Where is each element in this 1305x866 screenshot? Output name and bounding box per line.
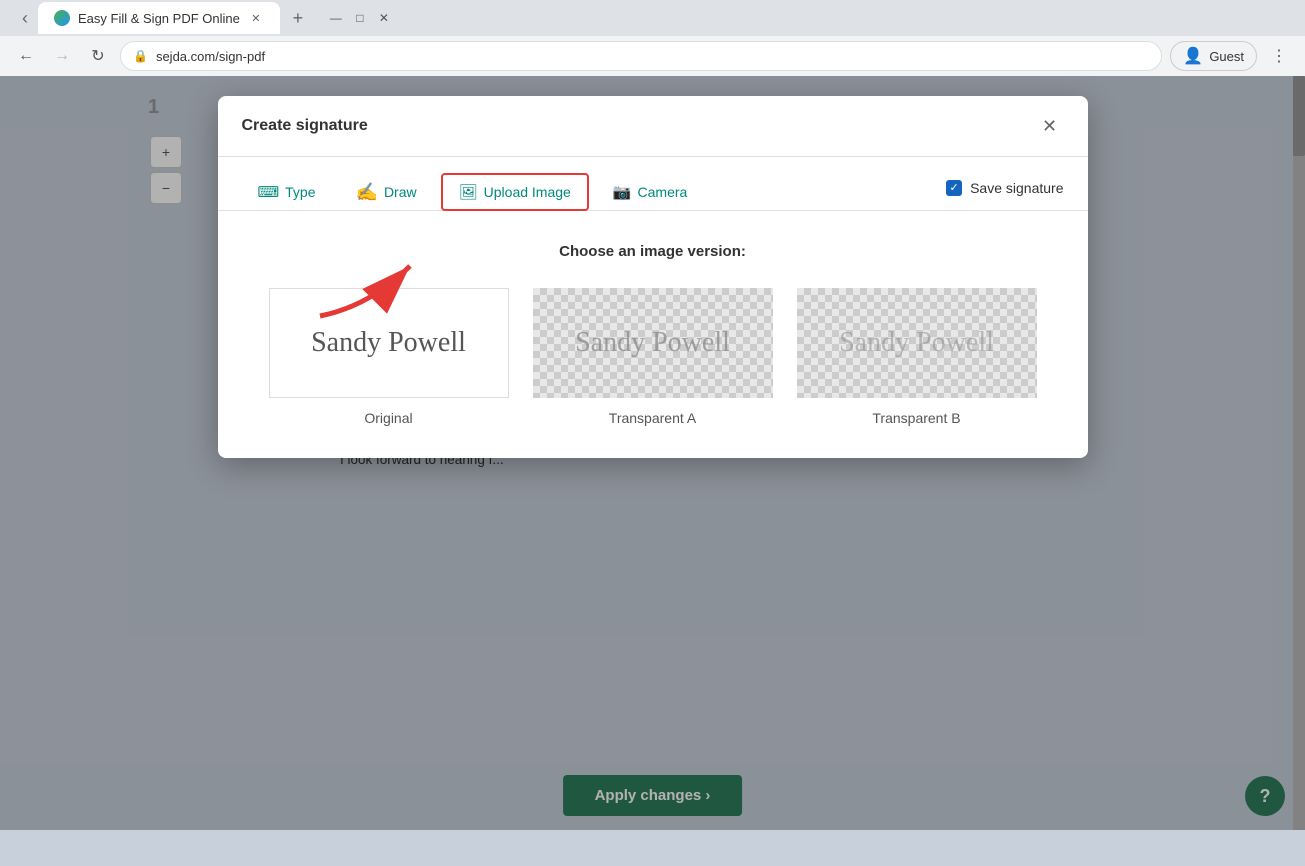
preview-transparent-a: Sandy Powell: [533, 288, 773, 398]
window-controls: — □ ✕: [328, 10, 392, 26]
address-text: sejda.com/sign-pdf: [156, 49, 265, 64]
title-bar: ‹ Easy Fill & Sign PDF Online ✕ + — □ ✕: [0, 0, 1305, 36]
tab-bar: ‹ Easy Fill & Sign PDF Online ✕ +: [8, 0, 320, 36]
sig-original: Sandy Powell: [311, 327, 466, 359]
option-transparent-b[interactable]: Sandy Powell Transparent B: [797, 288, 1037, 426]
tab-camera[interactable]: 📷 Camera: [597, 175, 703, 209]
maximize-button[interactable]: □: [352, 10, 368, 26]
browser-chrome: ‹ Easy Fill & Sign PDF Online ✕ + — □ ✕ …: [0, 0, 1305, 76]
address-bar[interactable]: 🔒 sejda.com/sign-pdf: [120, 41, 1162, 71]
nav-bar: ← → ↻ 🔒 sejda.com/sign-pdf 👤 Guest ⋮: [0, 36, 1305, 76]
page-content: Fill & sign PDF BETA + − 1 With more tha…: [0, 76, 1305, 830]
option-transparent-a-label: Transparent A: [609, 410, 696, 426]
new-tab-button[interactable]: +: [284, 4, 312, 32]
close-window-button[interactable]: ✕: [376, 10, 392, 26]
sig-transparent-a: Sandy Powell: [575, 327, 730, 359]
modal-close-button[interactable]: ✕: [1036, 112, 1064, 140]
save-signature-label: Save signature: [970, 180, 1063, 196]
upload-icon: 🖼: [459, 183, 478, 201]
option-original-label: Original: [364, 410, 412, 426]
save-signature-checkbox[interactable]: ✓: [946, 180, 962, 196]
modal-overlay: Create signature ✕ ⌨ Type ✍ Draw 🖼 Up: [0, 76, 1305, 830]
tab-type-label: Type: [285, 184, 315, 200]
camera-icon: 📷: [613, 183, 632, 201]
tab-type[interactable]: ⌨ Type: [242, 175, 332, 209]
lock-icon: 🔒: [133, 49, 148, 63]
tab-close-button[interactable]: ✕: [248, 10, 264, 26]
tab-upload-image[interactable]: 🖼 Upload Image: [441, 173, 589, 211]
modal-header: Create signature ✕: [218, 96, 1088, 157]
tab-camera-label: Camera: [638, 184, 688, 200]
option-transparent-b-label: Transparent B: [872, 410, 960, 426]
profile-icon: 👤: [1183, 46, 1203, 66]
tab-upload-label: Upload Image: [484, 184, 571, 200]
modal-title: Create signature: [242, 117, 368, 135]
tab-draw[interactable]: ✍ Draw: [340, 174, 433, 211]
forward-button[interactable]: →: [48, 42, 76, 70]
tab-draw-label: Draw: [384, 184, 417, 200]
tab-favicon: [54, 10, 70, 26]
active-tab[interactable]: Easy Fill & Sign PDF Online ✕: [38, 2, 280, 34]
preview-transparent-b: Sandy Powell: [797, 288, 1037, 398]
keyboard-icon: ⌨: [258, 183, 280, 201]
minimize-button[interactable]: —: [328, 10, 344, 26]
profile-label: Guest: [1209, 49, 1244, 64]
arrow-indicator: [310, 246, 430, 331]
save-signature-option[interactable]: ✓ Save signature: [946, 180, 1063, 204]
tab-back-icon[interactable]: ‹: [16, 4, 34, 33]
browser-menu-button[interactable]: ⋮: [1265, 42, 1293, 70]
back-button[interactable]: ←: [12, 42, 40, 70]
profile-button[interactable]: 👤 Guest: [1170, 41, 1257, 71]
modal-tabs: ⌨ Type ✍ Draw 🖼 Upload Image 📷 Camera: [218, 157, 1088, 211]
option-transparent-a[interactable]: Sandy Powell Transparent A: [533, 288, 773, 426]
tab-label: Easy Fill & Sign PDF Online: [78, 11, 240, 26]
sig-transparent-b: Sandy Powell: [839, 327, 994, 359]
draw-icon: ✍: [356, 182, 378, 203]
reload-button[interactable]: ↻: [84, 42, 112, 70]
